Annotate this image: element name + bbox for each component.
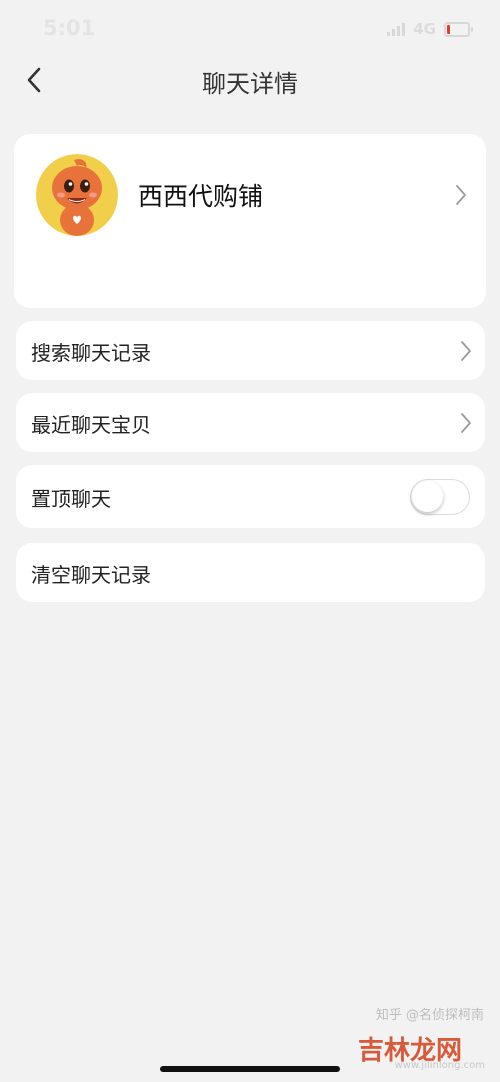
toggle-knob	[412, 481, 443, 512]
pin-chat-toggle[interactable]	[410, 479, 470, 515]
pin-chat-label: 置顶聊天	[31, 487, 111, 511]
network-type: 4G	[413, 20, 436, 38]
chevron-right-icon	[456, 185, 466, 205]
recent-chat-items-row[interactable]: 最近聊天宝贝	[16, 393, 485, 452]
signal-icon	[387, 22, 406, 36]
status-indicators: 4G	[387, 20, 473, 38]
source-watermark: 知乎 @名侦探柯南	[375, 1008, 484, 1023]
chevron-right-icon	[461, 341, 471, 361]
search-chat-history-label: 搜索聊天记录	[31, 341, 151, 365]
status-bar: 5:01 4G	[0, 0, 500, 60]
clear-chat-history-row[interactable]: 清空聊天记录	[16, 543, 485, 602]
home-indicator[interactable]	[160, 1066, 340, 1072]
pin-chat-row: 置顶聊天	[16, 465, 485, 528]
nav-bar: 聊天详情	[0, 52, 500, 108]
recent-chat-items-label: 最近聊天宝贝	[31, 413, 151, 437]
search-chat-history-row[interactable]: 搜索聊天记录	[16, 321, 485, 380]
site-url-watermark: www.jilinlong.com	[394, 1060, 485, 1071]
battery-icon	[444, 21, 473, 37]
shop-name: 西西代购铺	[138, 182, 264, 211]
page-title: 聊天详情	[202, 70, 298, 98]
shop-avatar[interactable]	[36, 154, 118, 236]
clear-chat-history-label: 清空聊天记录	[31, 563, 151, 587]
chevron-right-icon	[461, 413, 471, 433]
mascot-avatar-icon	[36, 154, 118, 236]
shop-profile-card[interactable]: 西西代购铺	[14, 134, 486, 308]
status-time: 5:01	[43, 16, 96, 40]
